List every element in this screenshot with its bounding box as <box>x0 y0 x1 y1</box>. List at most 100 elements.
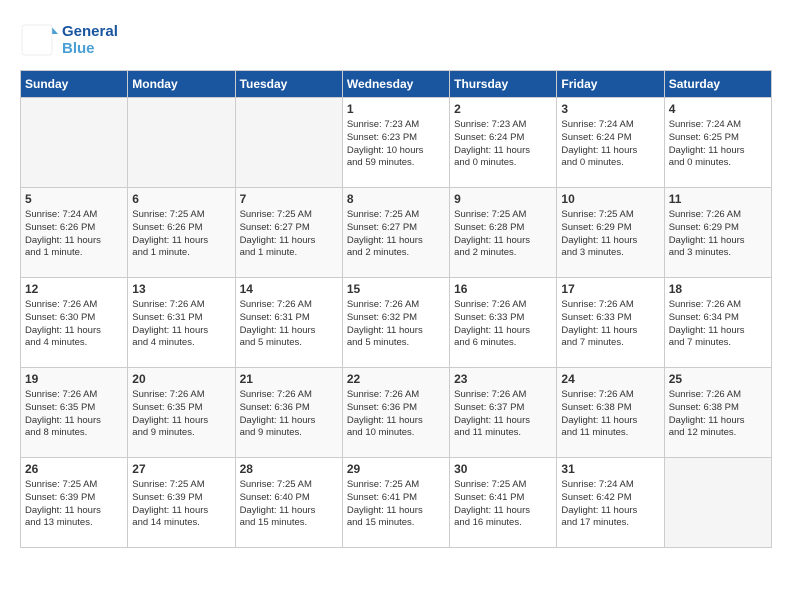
calendar-cell: 6 Sunrise: 7:25 AM Sunset: 6:26 PM Daylig… <box>128 188 235 278</box>
day-info: Sunrise: 7:23 AM Sunset: 6:23 PM Dayligh… <box>347 119 445 170</box>
day-info: Sunrise: 7:26 AM Sunset: 6:37 PM Dayligh… <box>454 389 552 440</box>
day-number: 5 <box>25 192 123 206</box>
day-info: Sunrise: 7:26 AM Sunset: 6:30 PM Dayligh… <box>25 299 123 350</box>
calendar-cell: 22 Sunrise: 7:26 AM Sunset: 6:36 PM Dayli… <box>342 368 449 458</box>
calendar-cell: 3Sunrise: 7:24 AM Sunset: 6:24 PM Daylig… <box>557 98 664 188</box>
day-number: 12 <box>25 282 123 296</box>
calendar-cell <box>664 458 771 548</box>
day-info: Sunrise: 7:25 AM Sunset: 6:29 PM Dayligh… <box>561 209 659 260</box>
day-number: 2 <box>454 102 552 116</box>
column-header-wednesday: Wednesday <box>342 71 449 98</box>
day-number: 9 <box>454 192 552 206</box>
column-header-monday: Monday <box>128 71 235 98</box>
calendar-week-4: 19 Sunrise: 7:26 AM Sunset: 6:35 PM Dayli… <box>21 368 772 458</box>
day-number: 18 <box>669 282 767 296</box>
day-number: 13 <box>132 282 230 296</box>
calendar-cell: 20Sunrise: 7:26 AM Sunset: 6:35 PM Dayli… <box>128 368 235 458</box>
day-info: Sunrise: 7:26 AM Sunset: 6:29 PM Dayligh… <box>669 209 767 260</box>
day-info: Sunrise: 7:26 AM Sunset: 6:32 PM Dayligh… <box>347 299 445 350</box>
column-header-saturday: Saturday <box>664 71 771 98</box>
calendar-cell: 10Sunrise: 7:25 AM Sunset: 6:29 PM Dayli… <box>557 188 664 278</box>
day-number: 11 <box>669 192 767 206</box>
day-info: Sunrise: 7:26 AM Sunset: 6:33 PM Dayligh… <box>561 299 659 350</box>
calendar-cell: 18 Sunrise: 7:26 AM Sunset: 6:34 PM Dayli… <box>664 278 771 368</box>
calendar-week-5: 26 Sunrise: 7:25 AM Sunset: 6:39 PM Dayli… <box>21 458 772 548</box>
day-number: 22 <box>347 372 445 386</box>
day-info: Sunrise: 7:26 AM Sunset: 6:36 PM Dayligh… <box>347 389 445 440</box>
calendar-cell: 8Sunrise: 7:25 AM Sunset: 6:27 PM Daylig… <box>342 188 449 278</box>
calendar-cell: 28 Sunrise: 7:25 AM Sunset: 6:40 PM Dayli… <box>235 458 342 548</box>
day-number: 24 <box>561 372 659 386</box>
calendar-cell: 12 Sunrise: 7:26 AM Sunset: 6:30 PM Dayli… <box>21 278 128 368</box>
day-number: 14 <box>240 282 338 296</box>
day-number: 16 <box>454 282 552 296</box>
day-number: 23 <box>454 372 552 386</box>
calendar-cell <box>21 98 128 188</box>
calendar-week-3: 12 Sunrise: 7:26 AM Sunset: 6:30 PM Dayli… <box>21 278 772 368</box>
day-info: Sunrise: 7:26 AM Sunset: 6:35 PM Dayligh… <box>25 389 123 440</box>
calendar-cell: 31 Sunrise: 7:24 AM Sunset: 6:42 PM Dayli… <box>557 458 664 548</box>
calendar-cell: 15Sunrise: 7:26 AM Sunset: 6:32 PM Dayli… <box>342 278 449 368</box>
column-header-friday: Friday <box>557 71 664 98</box>
day-info: Sunrise: 7:26 AM Sunset: 6:38 PM Dayligh… <box>669 389 767 440</box>
day-number: 20 <box>132 372 230 386</box>
day-number: 6 <box>132 192 230 206</box>
day-number: 26 <box>25 462 123 476</box>
day-number: 1 <box>347 102 445 116</box>
column-header-tuesday: Tuesday <box>235 71 342 98</box>
calendar-cell: 26Sunrise: 7:25 AM Sunset: 6:39 PM Dayli… <box>21 458 128 548</box>
logo-blue: Blue <box>62 40 95 57</box>
calendar-cell <box>235 98 342 188</box>
day-info: Sunrise: 7:24 AM Sunset: 6:25 PM Dayligh… <box>669 119 767 170</box>
calendar-cell: 27Sunrise: 7:25 AM Sunset: 6:39 PM Dayli… <box>128 458 235 548</box>
day-info: Sunrise: 7:26 AM Sunset: 6:31 PM Dayligh… <box>132 299 230 350</box>
calendar-table: SundayMondayTuesdayWednesdayThursdayFrid… <box>20 70 772 548</box>
day-number: 31 <box>561 462 659 476</box>
calendar-cell: 23 Sunrise: 7:26 AM Sunset: 6:37 PM Dayli… <box>450 368 557 458</box>
column-header-sunday: Sunday <box>21 71 128 98</box>
day-number: 25 <box>669 372 767 386</box>
calendar-cell: 2 Sunrise: 7:23 AM Sunset: 6:24 PM Daylig… <box>450 98 557 188</box>
day-number: 8 <box>347 192 445 206</box>
calendar-cell: 7Sunrise: 7:25 AM Sunset: 6:27 PM Daylig… <box>235 188 342 278</box>
day-info: Sunrise: 7:25 AM Sunset: 6:41 PM Dayligh… <box>454 479 552 530</box>
day-info: Sunrise: 7:25 AM Sunset: 6:26 PM Dayligh… <box>132 209 230 260</box>
day-info: Sunrise: 7:25 AM Sunset: 6:40 PM Dayligh… <box>240 479 338 530</box>
calendar-cell: 24 Sunrise: 7:26 AM Sunset: 6:38 PM Dayli… <box>557 368 664 458</box>
day-number: 19 <box>25 372 123 386</box>
page-header: General Blue <box>20 20 772 60</box>
logo-svg <box>20 20 60 60</box>
day-info: Sunrise: 7:26 AM Sunset: 6:34 PM Dayligh… <box>669 299 767 350</box>
calendar-cell: 13 Sunrise: 7:26 AM Sunset: 6:31 PM Dayli… <box>128 278 235 368</box>
calendar-cell: 5 Sunrise: 7:24 AM Sunset: 6:26 PM Daylig… <box>21 188 128 278</box>
day-info: Sunrise: 7:24 AM Sunset: 6:42 PM Dayligh… <box>561 479 659 530</box>
calendar-cell: 21Sunrise: 7:26 AM Sunset: 6:36 PM Dayli… <box>235 368 342 458</box>
day-info: Sunrise: 7:25 AM Sunset: 6:41 PM Dayligh… <box>347 479 445 530</box>
day-number: 4 <box>669 102 767 116</box>
calendar-cell: 14 Sunrise: 7:26 AM Sunset: 6:31 PM Dayli… <box>235 278 342 368</box>
day-number: 28 <box>240 462 338 476</box>
day-number: 17 <box>561 282 659 296</box>
calendar-cell: 19 Sunrise: 7:26 AM Sunset: 6:35 PM Dayli… <box>21 368 128 458</box>
day-info: Sunrise: 7:26 AM Sunset: 6:31 PM Dayligh… <box>240 299 338 350</box>
calendar-cell: 30 Sunrise: 7:25 AM Sunset: 6:41 PM Dayli… <box>450 458 557 548</box>
calendar-week-2: 5 Sunrise: 7:24 AM Sunset: 6:26 PM Daylig… <box>21 188 772 278</box>
calendar-cell <box>128 98 235 188</box>
day-info: Sunrise: 7:25 AM Sunset: 6:28 PM Dayligh… <box>454 209 552 260</box>
day-number: 30 <box>454 462 552 476</box>
calendar-cell: 4 Sunrise: 7:24 AM Sunset: 6:25 PM Daylig… <box>664 98 771 188</box>
logo-general: General <box>62 23 118 40</box>
calendar-header-row: SundayMondayTuesdayWednesdayThursdayFrid… <box>21 71 772 98</box>
day-number: 3 <box>561 102 659 116</box>
day-info: Sunrise: 7:26 AM Sunset: 6:38 PM Dayligh… <box>561 389 659 440</box>
column-header-thursday: Thursday <box>450 71 557 98</box>
day-number: 29 <box>347 462 445 476</box>
calendar-cell: 9 Sunrise: 7:25 AM Sunset: 6:28 PM Daylig… <box>450 188 557 278</box>
day-info: Sunrise: 7:23 AM Sunset: 6:24 PM Dayligh… <box>454 119 552 170</box>
day-info: Sunrise: 7:25 AM Sunset: 6:39 PM Dayligh… <box>132 479 230 530</box>
day-info: Sunrise: 7:25 AM Sunset: 6:27 PM Dayligh… <box>240 209 338 260</box>
calendar-cell: 17 Sunrise: 7:26 AM Sunset: 6:33 PM Dayli… <box>557 278 664 368</box>
day-number: 21 <box>240 372 338 386</box>
day-info: Sunrise: 7:24 AM Sunset: 6:26 PM Dayligh… <box>25 209 123 260</box>
calendar-cell: 29 Sunrise: 7:25 AM Sunset: 6:41 PM Dayli… <box>342 458 449 548</box>
